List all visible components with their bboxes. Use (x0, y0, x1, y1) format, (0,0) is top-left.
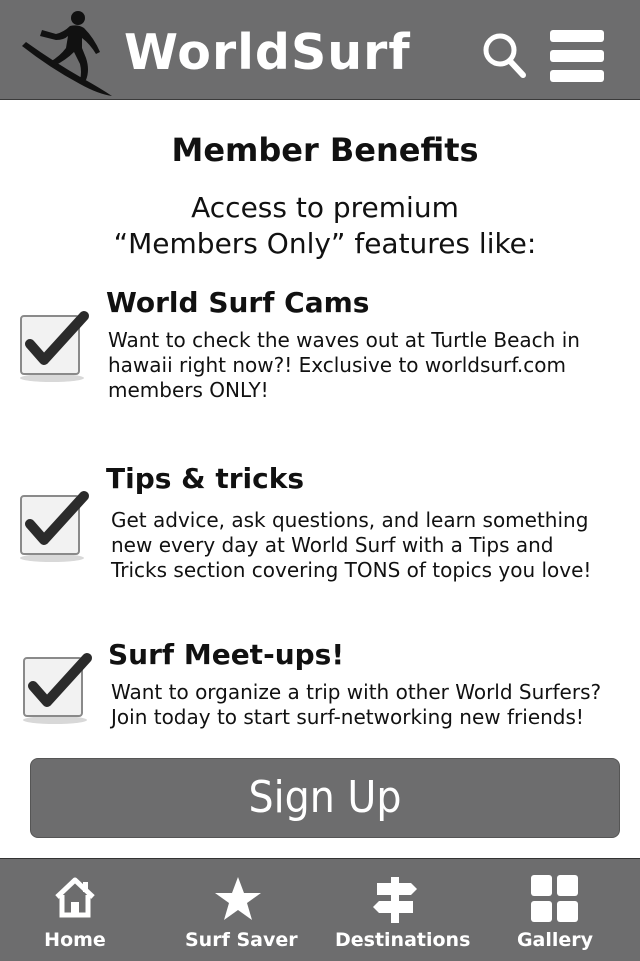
grid-icon (531, 875, 578, 922)
benefit-description: Want to organize a trip with other World… (111, 680, 631, 730)
sign-up-button[interactable]: Sign Up (30, 758, 620, 838)
nav-tab-destinations[interactable]: Destinations (335, 859, 471, 961)
hamburger-menu-icon (550, 30, 604, 42)
benefit-title: Surf Meet-ups! (108, 638, 345, 671)
signpost-icon (373, 877, 417, 923)
checkbox-checked-icon[interactable] (18, 490, 92, 566)
intro-line: “Members Only” features like: (113, 227, 537, 260)
benefit-desc-line: Join today to start surf-networking new … (111, 705, 584, 729)
benefit-desc-line: members ONLY! (108, 378, 269, 402)
nav-label: Destinations (335, 929, 471, 951)
benefit-desc-line: Want to organize a trip with other World… (111, 680, 602, 704)
search-icon (483, 33, 526, 78)
nav-tab-surf-saver[interactable]: Surf Saver (185, 859, 298, 961)
checkbox-checked-icon[interactable] (18, 310, 92, 386)
nav-tab-gallery[interactable]: Gallery (505, 859, 605, 961)
benefit-desc-line: Want to check the waves out at Turtle Be… (108, 328, 580, 352)
nav-label: Gallery (516, 929, 594, 951)
nav-label: Home (44, 929, 106, 951)
surfer-icon[interactable] (20, 8, 116, 98)
brand-logo[interactable]: WorldSurf (124, 28, 411, 77)
benefit-desc-line: Tricks section covering TONS of topics y… (111, 558, 592, 582)
benefit-title: Tips & tricks (106, 462, 304, 495)
page-title: Member Benefits (171, 131, 479, 169)
nav-tab-home[interactable]: Home (25, 859, 125, 961)
benefit-desc-line: new every day at World Surf with a Tips … (111, 533, 554, 557)
nav-label: Surf Saver (185, 929, 298, 951)
benefit-description: Want to check the waves out at Turtle Be… (108, 328, 628, 403)
menu-button[interactable] (550, 30, 606, 82)
app-header: WorldSurf (0, 0, 640, 100)
bottom-nav: Home Surf Saver Destinations Gallery (0, 858, 640, 961)
checkbox-checked-icon[interactable] (21, 652, 95, 728)
benefit-desc-line: hawaii right now?! Exclusive to worldsur… (108, 353, 566, 377)
benefit-desc-line: Get advice, ask questions, and learn som… (111, 508, 589, 532)
hamburger-menu-icon (550, 50, 604, 62)
benefit-title: World Surf Cams (106, 286, 370, 319)
hamburger-menu-icon (550, 70, 604, 82)
benefit-description: Get advice, ask questions, and learn som… (111, 508, 631, 583)
search-button[interactable] (480, 30, 528, 80)
star-icon (215, 877, 261, 920)
intro-line: Access to premium (191, 191, 459, 224)
intro-text: Access to premium “Members Only” feature… (0, 190, 640, 262)
home-icon (55, 877, 95, 918)
